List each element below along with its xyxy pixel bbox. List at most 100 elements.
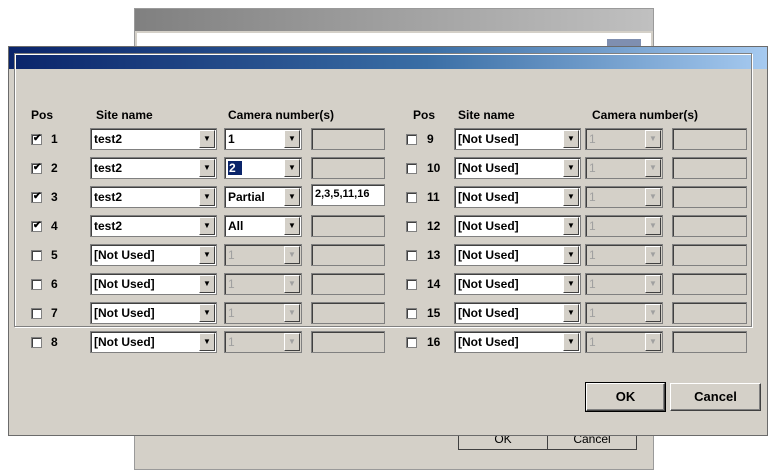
enable-checkbox[interactable]: ✔ (31, 162, 42, 174)
chevron-down-icon[interactable]: ▼ (563, 130, 579, 148)
enable-checkbox[interactable]: ✔ (31, 220, 42, 232)
chevron-down-icon[interactable]: ▼ (563, 275, 579, 293)
site-name-dropdown[interactable]: [Not Used] ▼ (454, 215, 581, 237)
site-name-dropdown[interactable]: [Not Used] ▼ (90, 244, 217, 266)
chevron-down-icon[interactable]: ▼ (199, 304, 215, 322)
site-name-dropdown[interactable]: [Not Used] ▼ (90, 273, 217, 295)
chevron-down-icon[interactable]: ▼ (563, 304, 579, 322)
chevron-down-icon[interactable]: ▼ (563, 188, 579, 206)
enable-checkbox[interactable] (406, 221, 417, 232)
enable-checkbox[interactable] (406, 192, 417, 203)
camera-number-dropdown[interactable]: 1 ▼ (585, 273, 663, 295)
camera-number-dropdown[interactable]: 1 ▼ (224, 244, 302, 266)
camera-list-field[interactable] (311, 215, 385, 237)
camera-number-dropdown[interactable]: 1 ▼ (224, 302, 302, 324)
chevron-down-icon[interactable]: ▼ (645, 304, 661, 322)
chevron-down-icon[interactable]: ▼ (645, 275, 661, 293)
site-name-dropdown[interactable]: test2 ▼ (90, 157, 217, 179)
chevron-down-icon[interactable]: ▼ (645, 333, 661, 351)
chevron-down-icon[interactable]: ▼ (284, 130, 300, 148)
camera-number-dropdown[interactable]: Partial ▼ (224, 186, 302, 208)
chevron-down-icon[interactable]: ▼ (199, 188, 215, 206)
camera-list-field[interactable] (311, 273, 385, 295)
enable-checkbox[interactable] (31, 308, 42, 319)
chevron-down-icon[interactable]: ▼ (563, 246, 579, 264)
chevron-down-icon[interactable]: ▼ (645, 159, 661, 177)
enable-checkbox[interactable] (406, 308, 417, 319)
chevron-down-icon[interactable]: ▼ (284, 304, 300, 322)
camera-number-dropdown[interactable]: 1 ▼ (224, 273, 302, 295)
camera-number-dropdown[interactable]: 1 ▼ (224, 331, 302, 353)
camera-list-field[interactable] (672, 331, 747, 353)
site-name-dropdown[interactable]: [Not Used] ▼ (454, 331, 581, 353)
camera-number-dropdown[interactable]: 1 ▼ (585, 215, 663, 237)
chevron-down-icon[interactable]: ▼ (284, 159, 300, 177)
camera-number-dropdown[interactable]: 1 ▼ (585, 186, 663, 208)
camera-number-dropdown[interactable]: 1 ▼ (585, 128, 663, 150)
chevron-down-icon[interactable]: ▼ (645, 188, 661, 206)
chevron-down-icon[interactable]: ▼ (284, 333, 300, 351)
camera-list-field[interactable] (672, 302, 747, 324)
enable-checkbox[interactable]: ✔ (31, 133, 42, 145)
camera-number-dropdown[interactable]: 1 ▼ (585, 302, 663, 324)
site-name-dropdown[interactable]: [Not Used] ▼ (454, 302, 581, 324)
enable-checkbox[interactable] (31, 337, 42, 348)
camera-number-dropdown[interactable]: All ▼ (224, 215, 302, 237)
chevron-down-icon[interactable]: ▼ (284, 217, 300, 235)
chevron-down-icon[interactable]: ▼ (284, 246, 300, 264)
camera-list-field[interactable] (672, 244, 747, 266)
enable-checkbox[interactable]: ✔ (31, 191, 42, 203)
camera-list-field[interactable] (672, 273, 747, 295)
camera-number-dropdown[interactable]: 1 ▼ (585, 331, 663, 353)
camera-number-dropdown[interactable]: 1 ▼ (585, 244, 663, 266)
chevron-down-icon[interactable]: ▼ (199, 333, 215, 351)
camera-list-field[interactable] (311, 331, 385, 353)
camera-list-field[interactable] (311, 302, 385, 324)
site-name-dropdown[interactable]: test2 ▼ (90, 186, 217, 208)
enable-checkbox[interactable] (31, 250, 42, 261)
enable-checkbox[interactable] (406, 279, 417, 290)
chevron-down-icon[interactable]: ▼ (199, 217, 215, 235)
camera-number-dropdown[interactable]: 2 ▼ (224, 157, 302, 179)
camera-number-dropdown[interactable]: 1 ▼ (585, 157, 663, 179)
chevron-down-icon[interactable]: ▼ (284, 275, 300, 293)
ok-button[interactable]: OK (585, 382, 666, 412)
site-name-dropdown[interactable]: test2 ▼ (90, 215, 217, 237)
cancel-button[interactable]: Cancel (670, 383, 761, 411)
chevron-down-icon[interactable]: ▼ (199, 275, 215, 293)
site-name-dropdown[interactable]: [Not Used] ▼ (454, 157, 581, 179)
camera-list-field[interactable] (672, 215, 747, 237)
position-number: 4 (51, 219, 58, 233)
camera-list-field[interactable] (672, 186, 747, 208)
site-name-dropdown[interactable]: [Not Used] ▼ (454, 244, 581, 266)
site-name-dropdown[interactable]: test2 ▼ (90, 128, 217, 150)
chevron-down-icon[interactable]: ▼ (563, 333, 579, 351)
site-name-dropdown[interactable]: [Not Used] ▼ (454, 186, 581, 208)
chevron-down-icon[interactable]: ▼ (645, 217, 661, 235)
enable-checkbox[interactable] (406, 134, 417, 145)
chevron-down-icon[interactable]: ▼ (284, 188, 300, 206)
chevron-down-icon[interactable]: ▼ (199, 246, 215, 264)
camera-list-field[interactable] (311, 157, 385, 179)
chevron-down-icon[interactable]: ▼ (645, 246, 661, 264)
camera-list-field[interactable] (672, 157, 747, 179)
chevron-down-icon[interactable]: ▼ (563, 159, 579, 177)
enable-checkbox[interactable] (406, 163, 417, 174)
site-name-dropdown[interactable]: [Not Used] ▼ (90, 331, 217, 353)
camera-number-dropdown[interactable]: 1 ▼ (224, 128, 302, 150)
camera-list-field[interactable] (672, 128, 747, 150)
camera-list-field[interactable] (311, 244, 385, 266)
chevron-down-icon[interactable]: ▼ (563, 217, 579, 235)
site-name-dropdown[interactable]: [Not Used] ▼ (454, 128, 581, 150)
camera-number-value: 1 (589, 306, 596, 320)
enable-checkbox[interactable] (406, 337, 417, 348)
chevron-down-icon[interactable]: ▼ (199, 159, 215, 177)
camera-list-field[interactable] (311, 128, 385, 150)
site-name-dropdown[interactable]: [Not Used] ▼ (454, 273, 581, 295)
site-name-dropdown[interactable]: [Not Used] ▼ (90, 302, 217, 324)
chevron-down-icon[interactable]: ▼ (199, 130, 215, 148)
chevron-down-icon[interactable]: ▼ (645, 130, 661, 148)
enable-checkbox[interactable] (31, 279, 42, 290)
camera-list-field[interactable]: 2,3,5,11,16 (311, 184, 385, 206)
enable-checkbox[interactable] (406, 250, 417, 261)
